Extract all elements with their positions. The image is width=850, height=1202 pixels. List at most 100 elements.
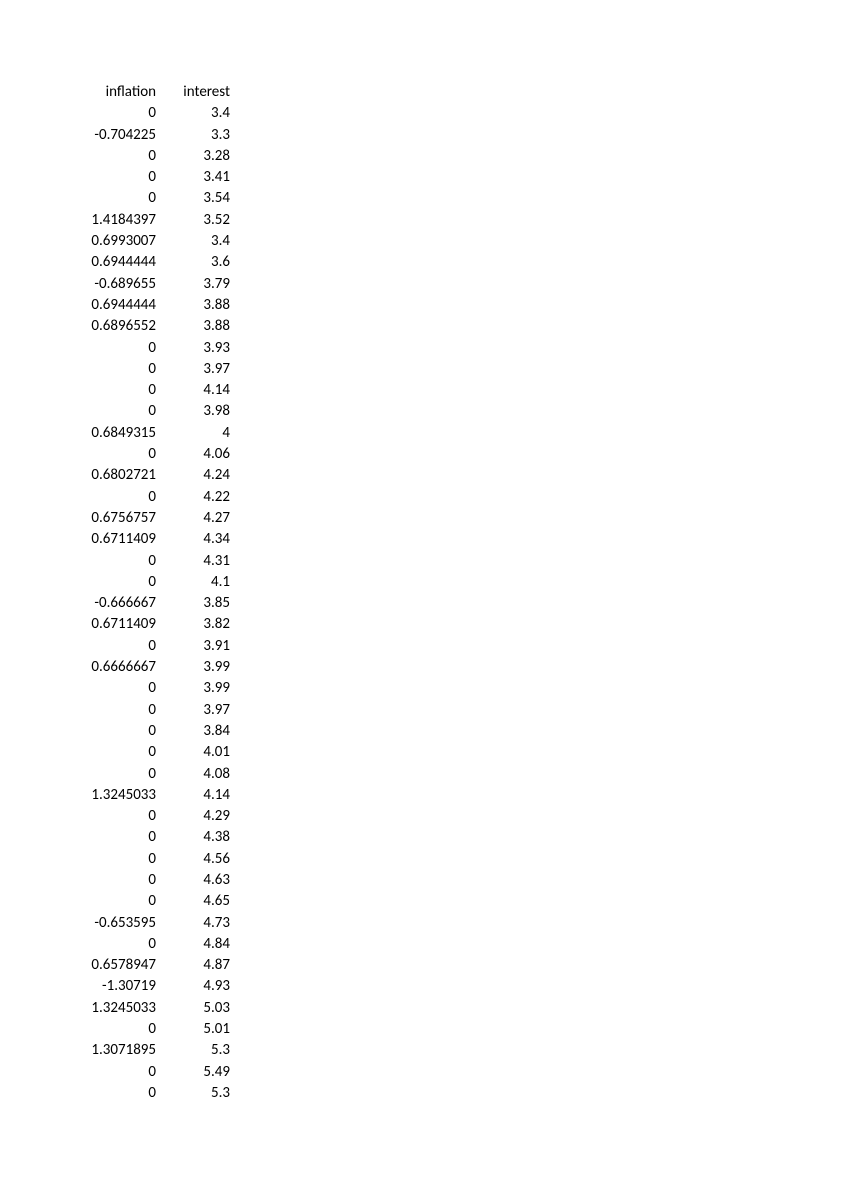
cell-interest: 3.41	[162, 167, 236, 188]
cell-interest: 3.91	[162, 636, 236, 657]
cell-interest: 3.85	[162, 593, 236, 614]
cell-interest: 4.1	[162, 572, 236, 593]
table-row: 1.32450335.03	[68, 998, 236, 1019]
cell-inflation: 0.6896552	[68, 316, 162, 337]
cell-inflation: 0	[68, 827, 162, 848]
cell-inflation: -0.704225	[68, 125, 162, 146]
table-row: 0.68493154	[68, 423, 236, 444]
cell-interest: 4.93	[162, 976, 236, 997]
cell-inflation: 0	[68, 636, 162, 657]
cell-inflation: 0	[68, 572, 162, 593]
table-row: 0.66666673.99	[68, 657, 236, 678]
cell-interest: 3.97	[162, 700, 236, 721]
cell-inflation: 0	[68, 188, 162, 209]
table-row: 03.28	[68, 146, 236, 167]
cell-inflation: 1.3245033	[68, 998, 162, 1019]
table-row: 0.69930073.4	[68, 231, 236, 252]
cell-inflation: 0	[68, 401, 162, 422]
cell-inflation: 0	[68, 338, 162, 359]
table-row: 04.01	[68, 742, 236, 763]
table-row: 05.49	[68, 1062, 236, 1083]
cell-inflation: 0	[68, 103, 162, 124]
table-row: 03.41	[68, 167, 236, 188]
cell-inflation: 0	[68, 891, 162, 912]
cell-interest: 4.34	[162, 529, 236, 550]
cell-interest: 3.4	[162, 103, 236, 124]
table-row: 1.41843973.52	[68, 210, 236, 231]
cell-inflation: -0.653595	[68, 913, 162, 934]
cell-interest: 3.52	[162, 210, 236, 231]
cell-inflation: 0.6711409	[68, 529, 162, 550]
table-row: 04.1	[68, 572, 236, 593]
cell-inflation: 0.6802721	[68, 465, 162, 486]
header-inflation: inflation	[68, 82, 162, 103]
table-row: -0.7042253.3	[68, 125, 236, 146]
cell-interest: 3.54	[162, 188, 236, 209]
data-table-container: inflation interest 03.4-0.7042253.303.28…	[68, 82, 236, 1104]
cell-inflation: 0.6944444	[68, 295, 162, 316]
table-row: 03.93	[68, 338, 236, 359]
cell-interest: 4.22	[162, 487, 236, 508]
cell-interest: 3.88	[162, 316, 236, 337]
cell-interest: 4.14	[162, 785, 236, 806]
cell-interest: 5.03	[162, 998, 236, 1019]
cell-interest: 4.08	[162, 764, 236, 785]
cell-interest: 5.3	[162, 1083, 236, 1104]
table-row: 05.3	[68, 1083, 236, 1104]
cell-inflation: 0	[68, 870, 162, 891]
cell-inflation: 1.4184397	[68, 210, 162, 231]
cell-interest: 4.56	[162, 849, 236, 870]
cell-interest: 4.27	[162, 508, 236, 529]
table-row: 0.65789474.87	[68, 955, 236, 976]
cell-inflation: 0	[68, 1019, 162, 1040]
cell-interest: 3.3	[162, 125, 236, 146]
table-row: 04.08	[68, 764, 236, 785]
table-row: 03.97	[68, 700, 236, 721]
table-row: 0.68965523.88	[68, 316, 236, 337]
cell-interest: 3.98	[162, 401, 236, 422]
table-row: -0.6896553.79	[68, 274, 236, 295]
cell-interest: 5.49	[162, 1062, 236, 1083]
cell-inflation: 0.6944444	[68, 252, 162, 273]
table-row: 0.69444443.88	[68, 295, 236, 316]
cell-inflation: -1.30719	[68, 976, 162, 997]
table-row: 03.4	[68, 103, 236, 124]
data-table: inflation interest 03.4-0.7042253.303.28…	[68, 82, 236, 1104]
cell-inflation: 0	[68, 849, 162, 870]
cell-inflation: 0	[68, 700, 162, 721]
cell-interest: 5.3	[162, 1040, 236, 1061]
cell-inflation: 0	[68, 146, 162, 167]
table-row: 04.14	[68, 380, 236, 401]
cell-interest: 4.65	[162, 891, 236, 912]
table-row: 0.69444443.6	[68, 252, 236, 273]
cell-inflation: 0	[68, 934, 162, 955]
table-row: 0.67114093.82	[68, 614, 236, 635]
table-row: 04.38	[68, 827, 236, 848]
cell-inflation: -0.689655	[68, 274, 162, 295]
cell-inflation: 1.3071895	[68, 1040, 162, 1061]
cell-interest: 4.29	[162, 806, 236, 827]
cell-interest: 3.84	[162, 721, 236, 742]
cell-inflation: 0	[68, 551, 162, 572]
cell-inflation: 0	[68, 487, 162, 508]
cell-interest: 4.63	[162, 870, 236, 891]
header-interest: interest	[162, 82, 236, 103]
cell-interest: 4.73	[162, 913, 236, 934]
cell-interest: 3.6	[162, 252, 236, 273]
cell-inflation: 0	[68, 380, 162, 401]
cell-interest: 4.31	[162, 551, 236, 572]
cell-inflation: 0.6666667	[68, 657, 162, 678]
cell-interest: 3.99	[162, 657, 236, 678]
cell-inflation: 0	[68, 167, 162, 188]
table-row: 0.67114094.34	[68, 529, 236, 550]
cell-inflation: 0	[68, 806, 162, 827]
cell-inflation: 0	[68, 678, 162, 699]
cell-interest: 3.88	[162, 295, 236, 316]
cell-inflation: 0.6993007	[68, 231, 162, 252]
table-row: 0.68027214.24	[68, 465, 236, 486]
table-row: 04.56	[68, 849, 236, 870]
table-row: 04.06	[68, 444, 236, 465]
table-row: 03.97	[68, 359, 236, 380]
cell-interest: 4	[162, 423, 236, 444]
cell-interest: 4.24	[162, 465, 236, 486]
